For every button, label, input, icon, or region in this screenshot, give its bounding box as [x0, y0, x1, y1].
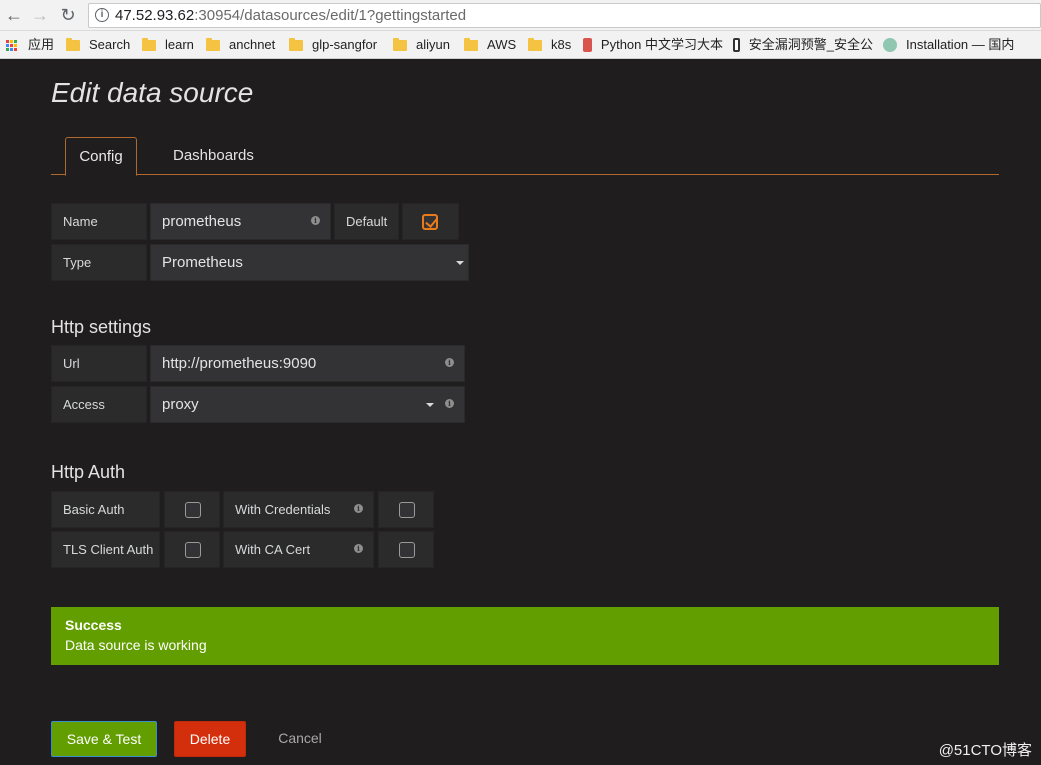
bookmarks-bar: 应用 Search learn anchnet glp-sangfor aliy…: [0, 31, 1041, 59]
with-credentials-checkbox-cell[interactable]: [378, 491, 434, 528]
name-label: Name: [51, 203, 147, 240]
back-arrow-icon[interactable]: ←: [4, 5, 24, 25]
folder-icon: [289, 37, 303, 51]
save-test-button[interactable]: Save & Test: [51, 721, 157, 757]
python-favicon-icon: [583, 38, 592, 52]
name-input[interactable]: prometheus i: [150, 203, 331, 240]
with-credentials-text: With Credentials: [235, 502, 331, 517]
url-path: :30954/datasources/edit/1?gettingstarted: [194, 7, 467, 24]
with-credentials-label: With Credentials i: [223, 491, 374, 528]
bookmark-label: k8s: [551, 37, 572, 52]
folder-icon: [206, 37, 220, 51]
bookmark-label: Installation — 国内: [906, 37, 1015, 52]
tab-config[interactable]: Config: [65, 137, 137, 176]
info-icon: i: [445, 358, 454, 367]
basic-auth-label: Basic Auth: [51, 491, 160, 528]
bookmark-label: Search: [89, 37, 131, 52]
with-ca-cert-text: With CA Cert: [235, 542, 311, 557]
site-info-icon[interactable]: i: [95, 8, 109, 22]
with-ca-cert-label: With CA Cert i: [223, 531, 374, 568]
type-label: Type: [51, 244, 147, 281]
with-ca-cert-checkbox[interactable]: [399, 542, 415, 558]
alert-title: Success: [65, 617, 122, 633]
http-auth-heading: Http Auth: [51, 462, 126, 482]
page-title: Edit data source: [51, 77, 254, 108]
bookmark-learn[interactable]: learn: [142, 36, 194, 54]
reload-icon[interactable]: ↻: [58, 5, 78, 25]
url-text: 47.52.93.62:30954/datasources/edit/1?get…: [115, 7, 466, 24]
browser-toolbar: ← → ↻ i 47.52.93.62:30954/datasources/ed…: [0, 0, 1041, 31]
globe-favicon-icon: [883, 38, 897, 52]
bookmark-aws[interactable]: AWS: [464, 36, 516, 54]
http-settings-heading: Http settings: [51, 317, 152, 337]
access-value: proxy: [162, 396, 199, 413]
folder-icon: [66, 37, 80, 51]
access-label: Access: [51, 386, 147, 423]
with-credentials-checkbox[interactable]: [399, 502, 415, 518]
page-content: Edit data source Config Dashboards Name …: [0, 59, 1041, 765]
info-icon: i: [354, 504, 363, 513]
bookmark-label: aliyun: [416, 37, 450, 52]
bookmark-label: Python 中文学习大本: [600, 37, 723, 52]
with-ca-cert-checkbox-cell[interactable]: [378, 531, 434, 568]
bookmark-anchnet[interactable]: anchnet: [206, 36, 275, 54]
info-icon: i: [354, 544, 363, 553]
info-icon: i: [311, 216, 320, 225]
bookmark-python[interactable]: Python 中文学习大本: [583, 36, 723, 54]
info-icon: i: [445, 399, 454, 408]
bookmark-search[interactable]: Search: [66, 36, 130, 54]
folder-icon: [393, 37, 407, 51]
tab-bar: Config Dashboards: [51, 137, 999, 176]
access-select[interactable]: proxy i: [150, 386, 465, 423]
tls-client-auth-checkbox-cell[interactable]: [164, 531, 220, 568]
bookmark-apps[interactable]: 应用: [6, 36, 54, 54]
folder-icon: [142, 37, 156, 51]
apps-grid-icon: [6, 39, 17, 51]
default-label: Default: [334, 203, 399, 240]
folder-icon: [464, 37, 478, 51]
success-alert: Success Data source is working: [51, 607, 999, 665]
bookmark-label: 应用: [28, 37, 55, 52]
url-label: Url: [51, 345, 147, 382]
alert-message: Data source is working: [65, 637, 207, 653]
type-select[interactable]: Prometheus: [150, 244, 469, 281]
default-checkbox[interactable]: [422, 214, 438, 230]
bookmark-security[interactable]: 安全漏洞预警_安全公: [733, 36, 873, 54]
watermark: @51CTO博客: [938, 742, 1032, 759]
tab-dashboards[interactable]: Dashboards: [158, 137, 269, 175]
bookmark-glp-sangfor[interactable]: glp-sangfor: [289, 36, 377, 54]
name-value: prometheus: [162, 213, 242, 230]
folder-icon: [528, 37, 542, 51]
bookmark-installation[interactable]: Installation — 国内: [883, 36, 1041, 54]
bookmark-k8s[interactable]: k8s: [528, 36, 571, 54]
address-bar[interactable]: i 47.52.93.62:30954/datasources/edit/1?g…: [88, 3, 1041, 28]
chevron-down-icon: [456, 261, 464, 265]
basic-auth-checkbox[interactable]: [185, 502, 201, 518]
bookmark-label: anchnet: [229, 37, 276, 52]
bookmark-label: learn: [165, 37, 194, 52]
url-input[interactable]: http://prometheus:9090 i: [150, 345, 465, 382]
url-host: 47.52.93.62: [115, 7, 195, 24]
bookmark-aliyun[interactable]: aliyun: [393, 36, 450, 54]
type-value: Prometheus: [162, 254, 243, 271]
bookmark-label: 安全漏洞预警_安全公: [748, 37, 873, 52]
url-value: http://prometheus:9090: [162, 355, 317, 372]
security-favicon-icon: [733, 38, 740, 52]
forward-arrow-icon[interactable]: →: [30, 5, 50, 25]
chevron-down-icon: [426, 403, 434, 407]
bookmark-label: AWS: [487, 37, 517, 52]
delete-button[interactable]: Delete: [174, 721, 246, 757]
basic-auth-checkbox-cell[interactable]: [164, 491, 220, 528]
cancel-link[interactable]: Cancel: [264, 721, 336, 757]
tls-client-auth-label: TLS Client Auth: [51, 531, 160, 568]
tls-client-auth-checkbox[interactable]: [185, 542, 201, 558]
bookmark-label: glp-sangfor: [312, 37, 378, 52]
default-checkbox-cell[interactable]: [402, 203, 459, 240]
